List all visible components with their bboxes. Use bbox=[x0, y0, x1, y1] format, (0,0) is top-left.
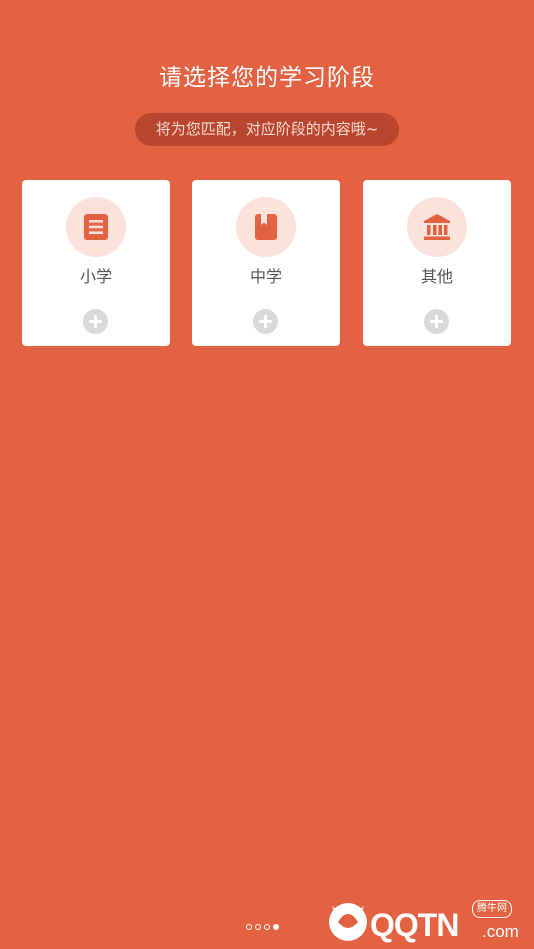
page-dot-active bbox=[273, 924, 279, 930]
page-indicator bbox=[246, 924, 279, 934]
page-dot bbox=[264, 924, 270, 930]
stage-card-middle[interactable]: 中学 bbox=[192, 180, 340, 346]
add-stage-button[interactable] bbox=[83, 309, 108, 334]
stage-label: 其他 bbox=[420, 267, 453, 286]
site-watermark: QQTN 腾牛网 .com bbox=[326, 894, 530, 946]
stage-label: 中学 bbox=[249, 267, 282, 286]
watermark-badge: 腾牛网 bbox=[472, 900, 512, 918]
icon-circle bbox=[66, 197, 126, 257]
page-dot bbox=[246, 924, 252, 930]
bookmark-book-icon bbox=[255, 214, 277, 240]
stage-card-other[interactable]: 其他 bbox=[363, 180, 511, 346]
stage-selection-screen: 请选择您的学习阶段 将为您匹配，对应阶段的内容哦~ 小学 中学 其他 QQTN … bbox=[0, 0, 534, 949]
subtitle-pill: 将为您匹配，对应阶段的内容哦~ bbox=[135, 113, 399, 146]
document-list-icon bbox=[84, 214, 108, 240]
page-title: 请选择您的学习阶段 bbox=[159, 65, 375, 91]
add-stage-button[interactable] bbox=[253, 309, 278, 334]
stage-card-primary[interactable]: 小学 bbox=[22, 180, 170, 346]
watermark-logo-icon bbox=[329, 903, 367, 941]
stage-label: 小学 bbox=[79, 267, 112, 286]
watermark-brand: QQTN bbox=[370, 907, 459, 943]
institution-building-icon bbox=[424, 214, 450, 240]
stage-cards: 小学 中学 其他 bbox=[0, 180, 534, 347]
watermark-suffix: .com bbox=[482, 922, 519, 941]
page-dot bbox=[255, 924, 261, 930]
icon-circle bbox=[407, 197, 467, 257]
icon-circle bbox=[236, 197, 296, 257]
add-stage-button[interactable] bbox=[424, 309, 449, 334]
